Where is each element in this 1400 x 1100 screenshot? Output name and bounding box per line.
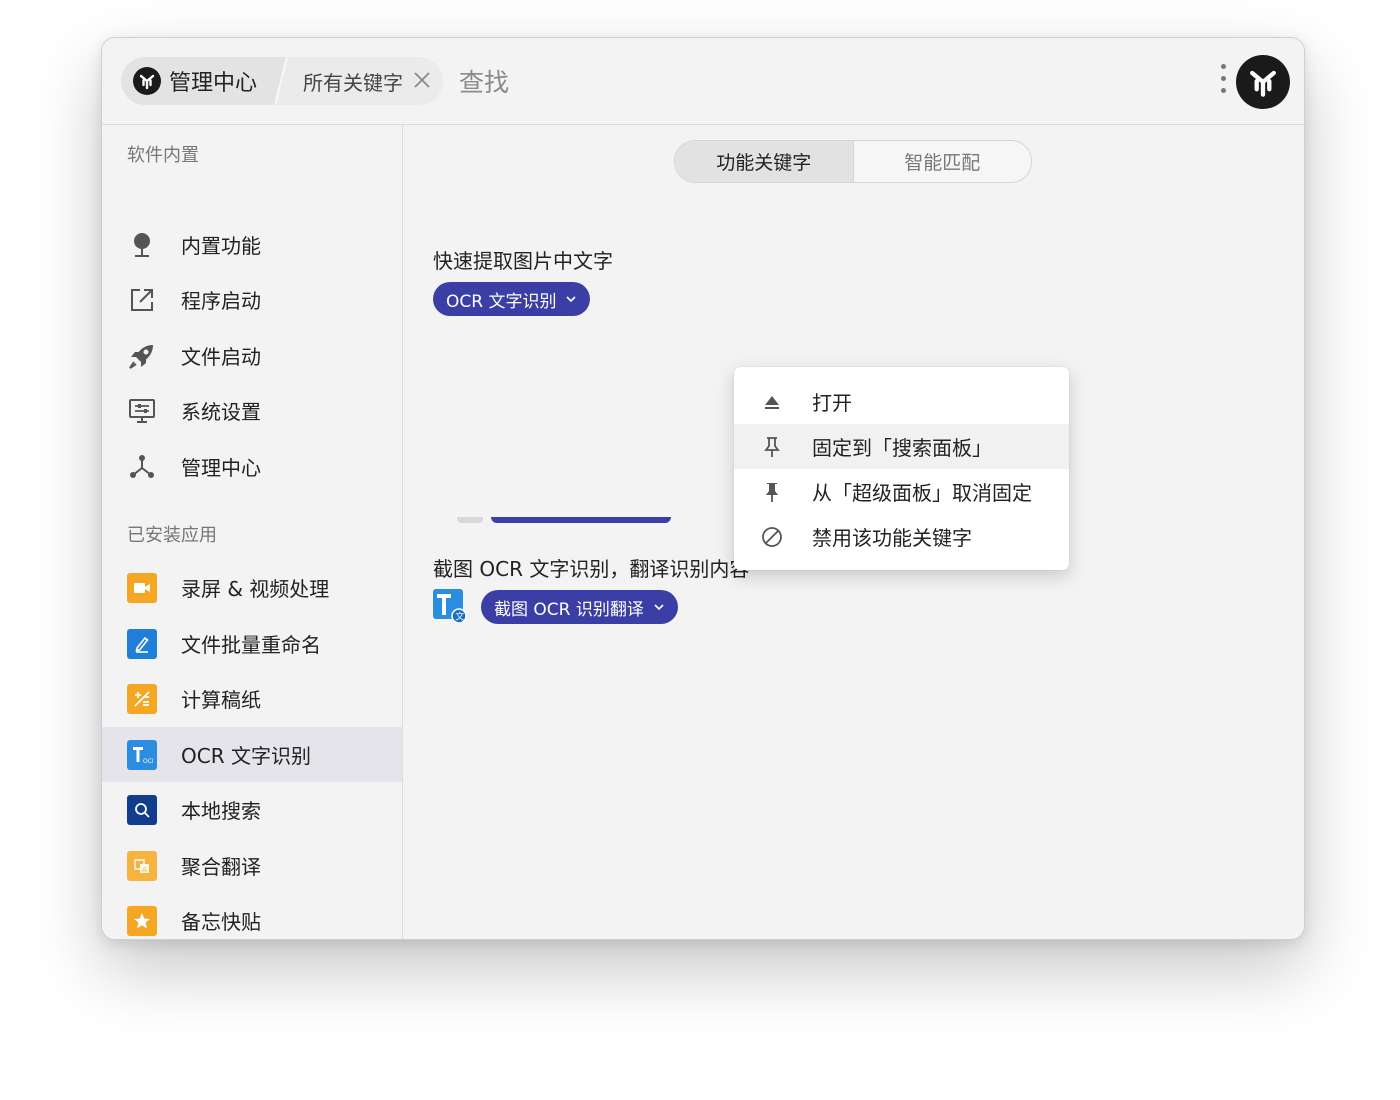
breadcrumb-home[interactable]: 管理中心 (121, 57, 282, 105)
rocket-icon (127, 341, 157, 371)
breadcrumb-filter-tag[interactable]: 所有关键字 (275, 57, 444, 105)
eject-icon (760, 390, 784, 414)
keyword-chip[interactable]: 截图 OCR 识别翻译 (481, 590, 678, 624)
section-title-builtin: 软件内置 (127, 145, 199, 166)
main-panel: 功能关键字 智能匹配 快速提取图片中文字 OCR 文字识别 截图 OCR 文字识… (403, 125, 1304, 939)
hidden-app-icon (457, 517, 483, 523)
menu-item-label: 打开 (812, 391, 852, 415)
block-icon (760, 525, 784, 549)
sidebar: 软件内置 内置功能 程序启动 文件启动 系统设置 管理中心 已安装应用 录屏 &… (102, 125, 403, 939)
pin-filled-icon (760, 480, 784, 504)
sidebar-item-ocr[interactable]: OCR OCR 文字识别 (102, 727, 402, 782)
sidebar-item-label: 本地搜索 (181, 799, 261, 823)
sidebar-item-admin-center[interactable]: 管理中心 (102, 439, 402, 494)
sidebar-item-label: 聚合翻译 (181, 855, 261, 879)
sidebar-item-label: 文件启动 (181, 345, 261, 369)
chevron-down-icon (654, 604, 664, 611)
svg-text:OCR: OCR (143, 758, 153, 765)
hidden-keyword-chip[interactable] (491, 517, 671, 523)
breadcrumb-divider (275, 57, 288, 105)
sidebar-item-file-launch[interactable]: 文件启动 (102, 328, 402, 383)
sidebar-item-label: 系统设置 (181, 400, 261, 424)
sidebar-item-label: 程序启动 (181, 289, 261, 313)
monitor-settings-icon (127, 396, 157, 426)
menu-item-label: 从「超级面板」取消固定 (812, 481, 1032, 505)
app-logo-icon (133, 67, 161, 95)
sidebar-item-sticky-notes[interactable]: 备忘快贴 (102, 893, 402, 939)
menu-item-label: 禁用该功能关键字 (812, 526, 972, 550)
group-title: 截图 OCR 文字识别，翻译识别内容 (433, 557, 750, 581)
sidebar-item-label: 计算稿纸 (181, 688, 261, 712)
group-title: 快速提取图片中文字 (433, 249, 613, 273)
menu-item-label: 固定到「搜索面板」 (812, 436, 992, 460)
sidebar-item-label: 内置功能 (181, 234, 261, 258)
external-link-icon (127, 285, 157, 315)
sidebar-item-builtin-features[interactable]: 内置功能 (102, 217, 402, 272)
pin-ball-icon (127, 230, 157, 260)
network-icon (127, 452, 157, 482)
svg-text:文: 文 (455, 611, 464, 623)
section-title-installed: 已安装应用 (127, 525, 217, 546)
video-camera-icon (127, 573, 157, 603)
menu-item-disable[interactable]: 禁用该功能关键字 (734, 514, 1069, 559)
menu-item-open[interactable]: 打开 (734, 379, 1069, 424)
sidebar-item-system-settings[interactable]: 系统设置 (102, 383, 402, 438)
breadcrumb-main-label: 管理中心 (169, 71, 258, 96)
sidebar-item-program-launch[interactable]: 程序启动 (102, 272, 402, 327)
svg-text:A: A (142, 866, 147, 874)
ocr-translate-icon: 文 (433, 589, 467, 624)
context-menu: 打开 固定到「搜索面板」 从「超级面板」取消固定 禁用该功能关键字 (734, 367, 1069, 570)
sidebar-item-label: 录屏 & 视频处理 (181, 577, 330, 601)
avatar[interactable] (1236, 55, 1290, 109)
sidebar-item-label: 备忘快贴 (181, 910, 261, 934)
ocr-icon: OCR (127, 740, 157, 770)
title-bar: 管理中心 所有关键字 (102, 38, 1304, 125)
keyword-chip-label: 截图 OCR 识别翻译 (494, 599, 644, 620)
magnifier-icon (127, 795, 157, 825)
more-options-icon[interactable] (1218, 64, 1228, 98)
keyword-chip[interactable]: OCR 文字识别 (433, 282, 591, 316)
translate-icon: A (127, 851, 157, 881)
search-input[interactable] (457, 60, 1161, 104)
sidebar-item-label: 管理中心 (181, 456, 261, 480)
tab-feature-keywords[interactable]: 功能关键字 (675, 141, 854, 182)
breadcrumb-sub-label: 所有关键字 (303, 70, 404, 95)
menu-item-unpin-super[interactable]: 从「超级面板」取消固定 (734, 469, 1069, 514)
menu-item-pin-search[interactable]: 固定到「搜索面板」 (734, 424, 1069, 469)
star-note-icon (127, 906, 157, 936)
view-toggle: 功能关键字 智能匹配 (674, 140, 1032, 183)
sidebar-item-batch-rename[interactable]: 文件批量重命名 (102, 616, 402, 671)
sidebar-item-local-search[interactable]: 本地搜索 (102, 782, 402, 837)
close-icon[interactable] (413, 68, 431, 94)
app-logo-icon (1250, 70, 1276, 97)
keyword-chip-label: OCR 文字识别 (446, 291, 557, 312)
sidebar-item-calculator[interactable]: 计算稿纸 (102, 671, 402, 726)
sidebar-item-translate[interactable]: A 聚合翻译 (102, 838, 402, 893)
breadcrumb: 管理中心 所有关键字 (121, 57, 444, 105)
sidebar-item-label: 文件批量重命名 (181, 633, 321, 657)
tab-smart-match[interactable]: 智能匹配 (854, 141, 1032, 182)
app-window: 管理中心 所有关键字 软件内置 (101, 37, 1305, 940)
pin-outline-icon (760, 435, 784, 459)
sidebar-item-screen-record[interactable]: 录屏 & 视频处理 (102, 560, 402, 615)
pencil-icon (127, 629, 157, 659)
sidebar-item-label: OCR 文字识别 (181, 744, 311, 768)
chevron-down-icon (566, 296, 577, 303)
calculator-icon (127, 684, 157, 714)
